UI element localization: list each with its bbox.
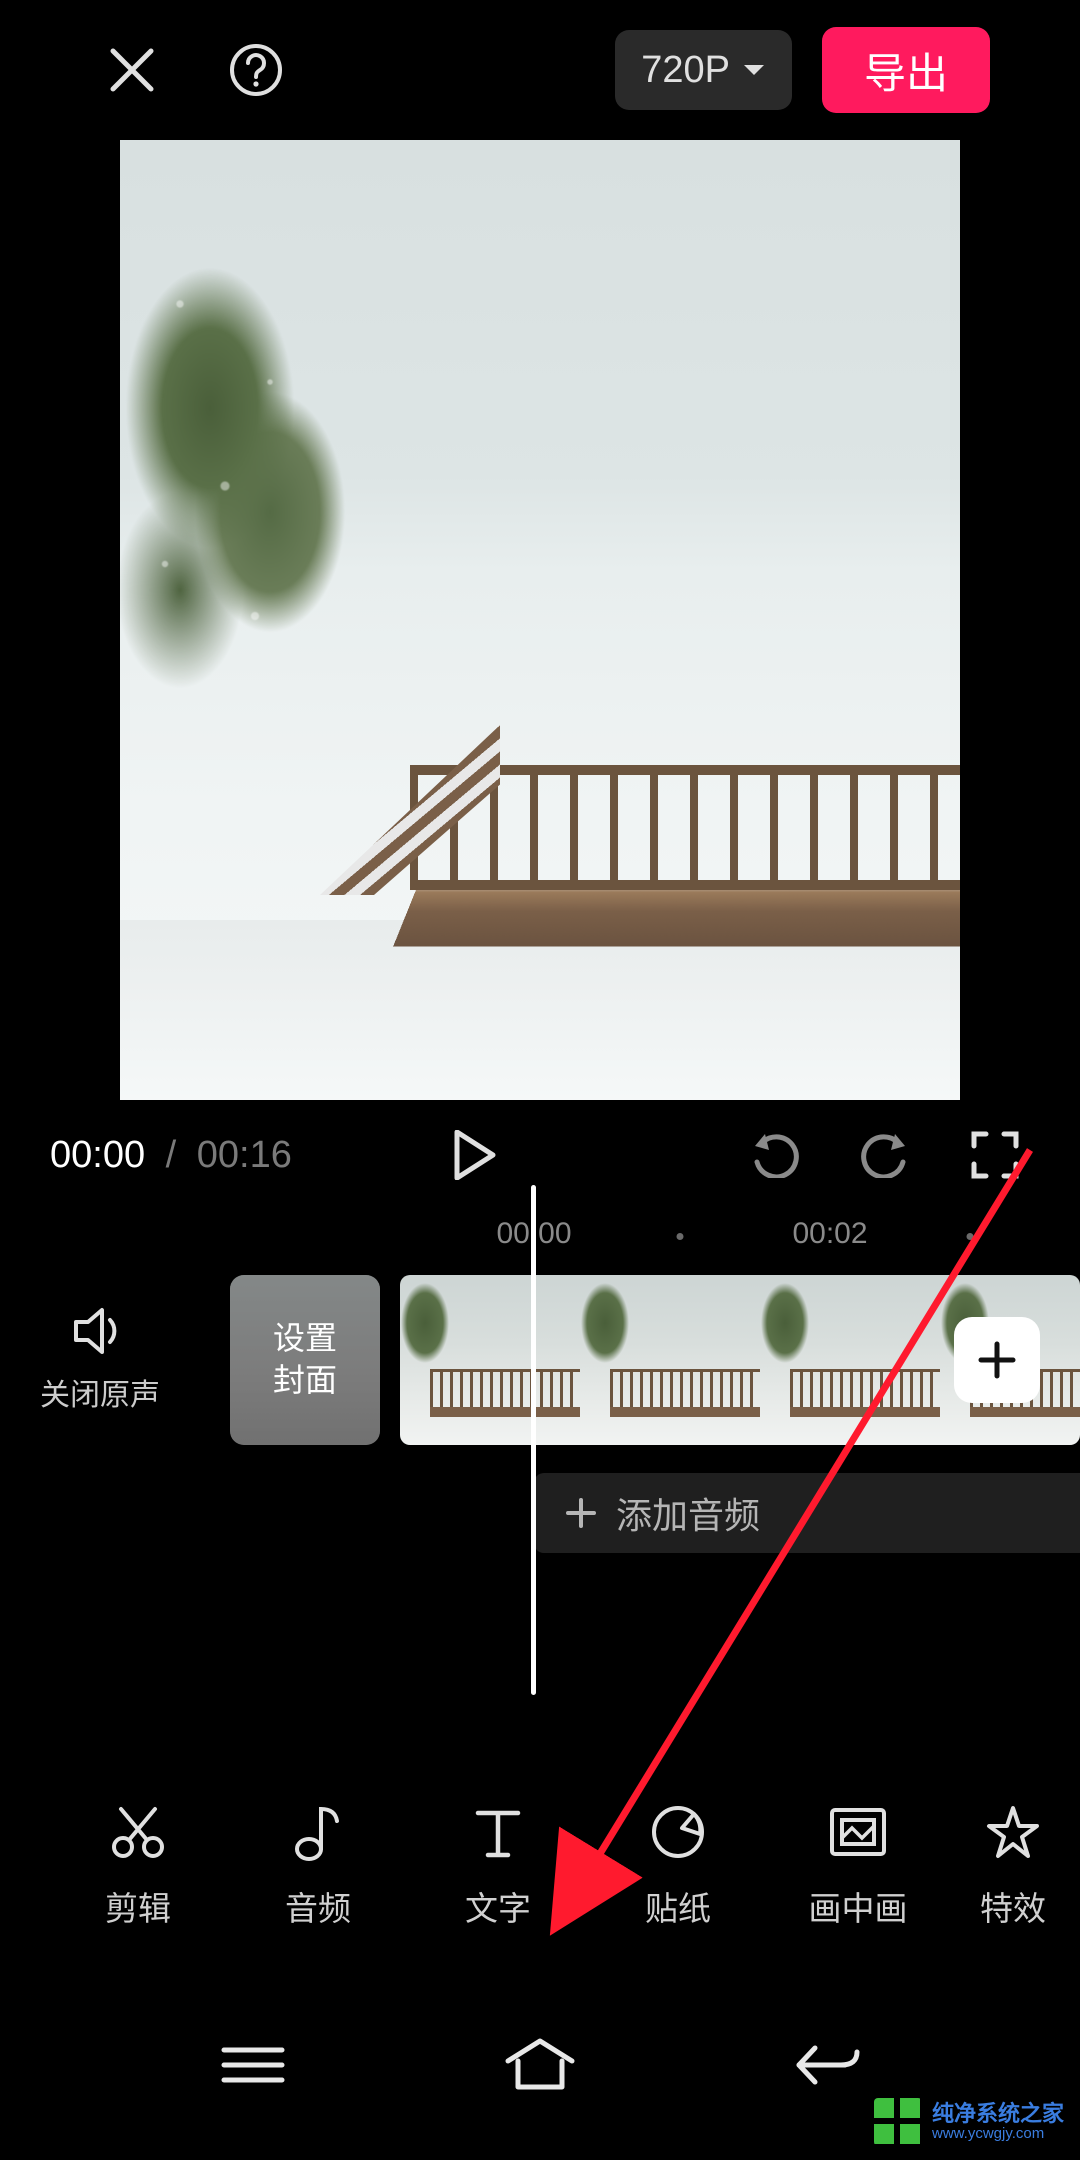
resolution-value: 720P [641, 49, 730, 92]
resolution-selector[interactable]: 720P [615, 30, 792, 110]
back-icon [791, 2040, 863, 2090]
tool-label: 文字 [465, 1882, 531, 1930]
play-button[interactable] [440, 1120, 510, 1190]
tool-text[interactable]: 文字 [408, 1800, 588, 1930]
tool-label: 特效 [980, 1882, 1046, 1930]
undo-icon [749, 1132, 801, 1178]
add-audio-label: 添加音频 [616, 1487, 760, 1539]
fullscreen-button[interactable] [960, 1120, 1030, 1190]
ruler-dot [967, 1233, 974, 1240]
set-cover-button[interactable]: 设置 封面 [230, 1275, 380, 1445]
star-icon [981, 1800, 1045, 1864]
time-current: 00:00 [50, 1134, 145, 1176]
timeline-area: 关闭原声 设置 封面 添加音频 [0, 1265, 1080, 1695]
help-icon [228, 42, 284, 98]
mute-original-audio[interactable]: 关闭原声 [0, 1306, 200, 1414]
close-button[interactable] [100, 38, 164, 102]
plus-icon [975, 1338, 1019, 1382]
tool-sticker[interactable]: 贴纸 [588, 1800, 768, 1930]
fullscreen-icon [970, 1130, 1020, 1180]
clip-thumbnail[interactable] [760, 1275, 940, 1445]
cover-label-line2: 封面 [273, 1360, 337, 1402]
redo-button[interactable] [850, 1120, 920, 1190]
editor-header: 720P 导出 [0, 0, 1080, 140]
play-icon [453, 1130, 497, 1180]
tool-label: 剪辑 [105, 1882, 171, 1930]
speaker-icon [72, 1306, 128, 1356]
tool-edit[interactable]: 剪辑 [48, 1800, 228, 1930]
cover-label-line1: 设置 [273, 1318, 337, 1360]
tool-label: 贴纸 [645, 1882, 711, 1930]
time-total: 00:16 [197, 1134, 292, 1176]
preview-container [0, 140, 1080, 1100]
export-button[interactable]: 导出 [822, 27, 990, 113]
watermark: 纯净系统之家 www.ycwgjy.com [874, 2098, 1064, 2146]
picture-in-picture-icon [826, 1800, 890, 1864]
redo-icon [859, 1132, 911, 1178]
tool-audio[interactable]: 音频 [228, 1800, 408, 1930]
timeline-ruler[interactable]: 00:00 00:02 [0, 1205, 1080, 1265]
nav-menu-button[interactable] [198, 2030, 308, 2100]
scissors-icon [106, 1800, 170, 1864]
tool-label: 画中画 [809, 1882, 908, 1930]
text-icon [466, 1800, 530, 1864]
video-track-row: 关闭原声 设置 封面 [0, 1265, 1080, 1455]
watermark-url: www.ycwgjy.com [932, 2126, 1064, 2143]
home-icon [502, 2037, 578, 2093]
playback-controls: 00:00 / 00:16 [0, 1110, 1080, 1200]
tool-effects[interactable]: 特效 [948, 1800, 1078, 1930]
sticker-icon [646, 1800, 710, 1864]
time-separator: / [166, 1134, 177, 1176]
add-audio-track[interactable]: 添加音频 [534, 1473, 1080, 1553]
header-left-group [100, 38, 288, 102]
menu-icon [218, 2042, 288, 2088]
mute-label: 关闭原声 [40, 1370, 160, 1414]
header-right-group: 720P 导出 [615, 27, 990, 113]
nav-home-button[interactable] [485, 2030, 595, 2100]
video-preview[interactable] [120, 140, 960, 1100]
playhead[interactable] [531, 1185, 536, 1695]
music-note-icon [286, 1800, 350, 1864]
close-icon [107, 45, 157, 95]
clip-thumbnail[interactable] [580, 1275, 760, 1445]
watermark-logo-icon [874, 2098, 922, 2146]
undo-button[interactable] [740, 1120, 810, 1190]
chevron-down-icon [742, 62, 766, 78]
help-button[interactable] [224, 38, 288, 102]
time-display: 00:00 / 00:16 [50, 1134, 292, 1177]
clip-thumbnail[interactable] [400, 1275, 580, 1445]
export-label: 导出 [864, 40, 948, 101]
ruler-dot [677, 1233, 684, 1240]
plus-icon [564, 1496, 598, 1530]
ruler-mark: 00:02 [792, 1217, 867, 1251]
playback-right-group [740, 1120, 1030, 1190]
nav-back-button[interactable] [772, 2030, 882, 2100]
bottom-toolbar: 剪辑 音频 文字 贴纸 画中画 特效 [0, 1770, 1080, 1960]
watermark-title: 纯净系统之家 [932, 2102, 1064, 2126]
add-clip-button[interactable] [954, 1317, 1040, 1403]
tool-pip[interactable]: 画中画 [768, 1800, 948, 1930]
tool-label: 音频 [285, 1882, 351, 1930]
